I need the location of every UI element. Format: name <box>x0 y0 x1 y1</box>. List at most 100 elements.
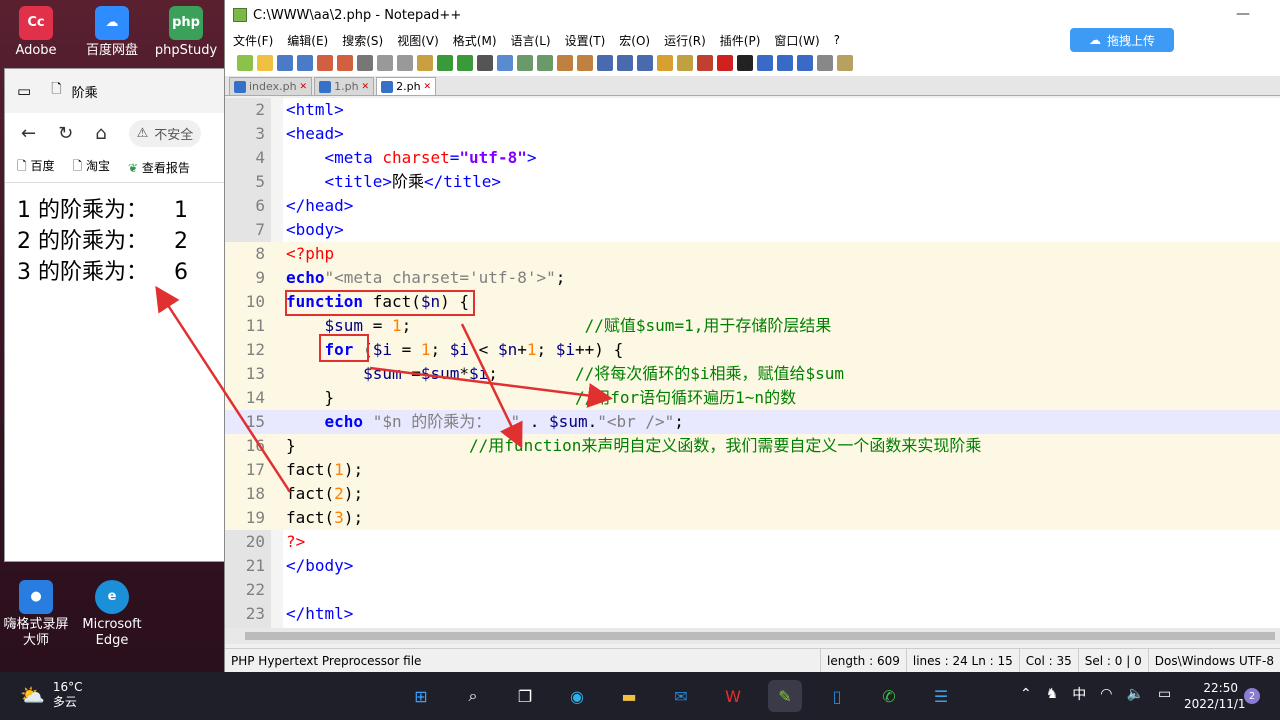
save-icon[interactable] <box>277 55 293 71</box>
plugin-icon[interactable] <box>837 55 853 71</box>
menu-macro[interactable]: 宏(O) <box>619 32 650 49</box>
menu-language[interactable]: 语言(L) <box>511 32 551 49</box>
wechat-icon[interactable]: ✆ <box>872 680 906 712</box>
browser-navbar: ← ↻ ⌂ ⚠ 不安全 <box>5 113 225 153</box>
print-icon[interactable] <box>357 55 373 71</box>
lang-icon[interactable] <box>657 55 673 71</box>
menu-run[interactable]: 运行(R) <box>664 32 706 49</box>
browser-tabbar: ▭ 🗋 阶乘 <box>5 69 225 113</box>
stop-macro-icon[interactable] <box>737 55 753 71</box>
paste-icon[interactable] <box>417 55 433 71</box>
close-tab-icon[interactable]: ✕ <box>300 82 308 92</box>
play-macro-icon[interactable] <box>757 55 773 71</box>
close-tab-icon[interactable]: ✕ <box>424 82 432 92</box>
clock[interactable]: 22:50 2022/11/1 <box>1184 680 1246 712</box>
bookmark-report[interactable]: ❦ 查看报告 <box>128 159 190 176</box>
task-view-icon[interactable]: ❐ <box>508 680 542 712</box>
tab-index-php[interactable]: index.ph ✕ <box>229 77 313 95</box>
menu-window[interactable]: 窗口(W) <box>774 32 819 49</box>
word-wrap-icon[interactable] <box>597 55 613 71</box>
code-area: 2 <html> 3 <head> 4 <meta charset="utf-8">… <box>225 98 1280 626</box>
menu-plugins[interactable]: 插件(P) <box>720 32 761 49</box>
phpstudy-icon: php <box>169 6 203 40</box>
run-macro-multiple-icon[interactable] <box>777 55 793 71</box>
menu-format[interactable]: 格式(M) <box>453 32 497 49</box>
minimize-icon[interactable]: — <box>1236 6 1250 22</box>
search-icon[interactable]: ⌕ <box>456 680 490 712</box>
code-line: 20 ?> <box>245 532 306 551</box>
find-icon[interactable] <box>477 55 493 71</box>
edge-taskbar-icon[interactable]: ◉ <box>560 680 594 712</box>
start-icon[interactable]: ⊞ <box>404 680 438 712</box>
notification-badge[interactable]: 2 <box>1244 688 1260 704</box>
tab-2-php[interactable]: 2.ph ✕ <box>376 77 437 95</box>
code-editor[interactable]: 2 <html> 3 <head> 4 <meta charset="utf-8">… <box>225 98 1280 628</box>
volume-icon[interactable]: 🔈 <box>1127 686 1144 702</box>
notes-icon[interactable]: ☰ <box>924 680 958 712</box>
sync-h-icon[interactable] <box>577 55 593 71</box>
file-icon <box>234 80 246 93</box>
zoom-out-icon[interactable] <box>537 55 553 71</box>
app-tray-icon[interactable]: ♞ <box>1046 686 1059 702</box>
indent-guide-icon[interactable] <box>637 55 653 71</box>
code-line: 22 <box>245 580 265 599</box>
show-all-chars-icon[interactable] <box>617 55 633 71</box>
desktop-icon-phpstudy[interactable]: php phpStudy <box>150 6 222 59</box>
menu-help[interactable]: ? <box>834 33 840 47</box>
horizontal-scrollbar[interactable] <box>225 628 1280 644</box>
chevron-up-icon[interactable]: ⌃ <box>1020 686 1032 702</box>
cloud-sun-icon: ⛅ <box>20 683 45 707</box>
save-all-icon[interactable] <box>297 55 313 71</box>
record-macro-icon[interactable] <box>717 55 733 71</box>
copy-icon[interactable] <box>397 55 413 71</box>
save-macro-icon[interactable] <box>797 55 813 71</box>
temperature: 16°C <box>52 680 83 694</box>
menu-edit[interactable]: 编辑(E) <box>287 32 328 49</box>
bookmark-taobao[interactable]: 🗋 淘宝 <box>72 157 109 178</box>
ime-indicator[interactable]: 中 <box>1072 684 1086 704</box>
spellcheck-icon[interactable] <box>817 55 833 71</box>
open-file-icon[interactable] <box>257 55 273 71</box>
menu-file[interactable]: 文件(F) <box>233 32 273 49</box>
code-line: 21 </body> <box>245 556 354 575</box>
menu-search[interactable]: 搜索(S) <box>342 32 383 49</box>
browser-tab[interactable]: 🗋 阶乘 <box>51 80 97 102</box>
back-icon[interactable]: ← <box>21 123 36 144</box>
close-all-icon[interactable] <box>337 55 353 71</box>
desktop-icon-adobe[interactable]: Cc Adobe Creati... <box>0 6 72 59</box>
new-file-icon[interactable] <box>237 55 253 71</box>
cut-icon[interactable] <box>377 55 393 71</box>
wps-icon[interactable]: W <box>716 680 750 712</box>
menu-settings[interactable]: 设置(T) <box>565 32 606 49</box>
tab-1-php[interactable]: 1.ph ✕ <box>314 77 375 95</box>
phone-link-icon[interactable]: ▯ <box>820 680 854 712</box>
wifi-icon[interactable]: ◠ <box>1100 686 1112 702</box>
replace-icon[interactable] <box>497 55 513 71</box>
scrollbar-thumb[interactable] <box>245 632 1275 640</box>
redo-icon[interactable] <box>457 55 473 71</box>
address-bar[interactable]: ⚠ 不安全 <box>128 119 202 147</box>
sync-v-icon[interactable] <box>557 55 573 71</box>
menu-view[interactable]: 视图(V) <box>397 32 439 49</box>
close-tab-icon[interactable]: ✕ <box>362 82 370 92</box>
function-list-icon[interactable] <box>697 55 713 71</box>
bookmark-baidu[interactable]: 🗋 百度 <box>17 157 54 178</box>
doc-map-icon[interactable] <box>677 55 693 71</box>
file-explorer-icon[interactable]: ▬ <box>612 680 646 712</box>
desktop-icon-recorder[interactable]: ● 嗨格式录屏大师 <box>0 580 72 649</box>
drag-upload-button[interactable]: ☁ 拖拽上传 <box>1070 28 1174 52</box>
desktop-icon-edge[interactable]: e Microsoft Edge <box>76 580 148 649</box>
output-line: 1 的阶乘为： 1 <box>17 198 188 223</box>
undo-icon[interactable] <box>437 55 453 71</box>
weather-widget[interactable]: ⛅ 16°C 多云 <box>20 680 83 710</box>
desktop-icon-baidu-netdisk[interactable]: ☁ 百度网盘 <box>76 6 148 59</box>
reload-icon[interactable]: ↻ <box>58 123 73 144</box>
battery-icon[interactable]: ▭ <box>1158 686 1171 702</box>
notepad-window: C:\WWW\aa\2.php - Notepad++ — 文件(F) 编辑(E… <box>224 0 1280 672</box>
home-icon[interactable]: ⌂ <box>95 123 106 144</box>
notepad-taskbar-icon[interactable]: ✎ <box>768 680 802 712</box>
tab-actions-icon[interactable]: ▭ <box>17 82 31 100</box>
mail-icon[interactable]: ✉ <box>664 680 698 712</box>
zoom-in-icon[interactable] <box>517 55 533 71</box>
close-file-icon[interactable] <box>317 55 333 71</box>
